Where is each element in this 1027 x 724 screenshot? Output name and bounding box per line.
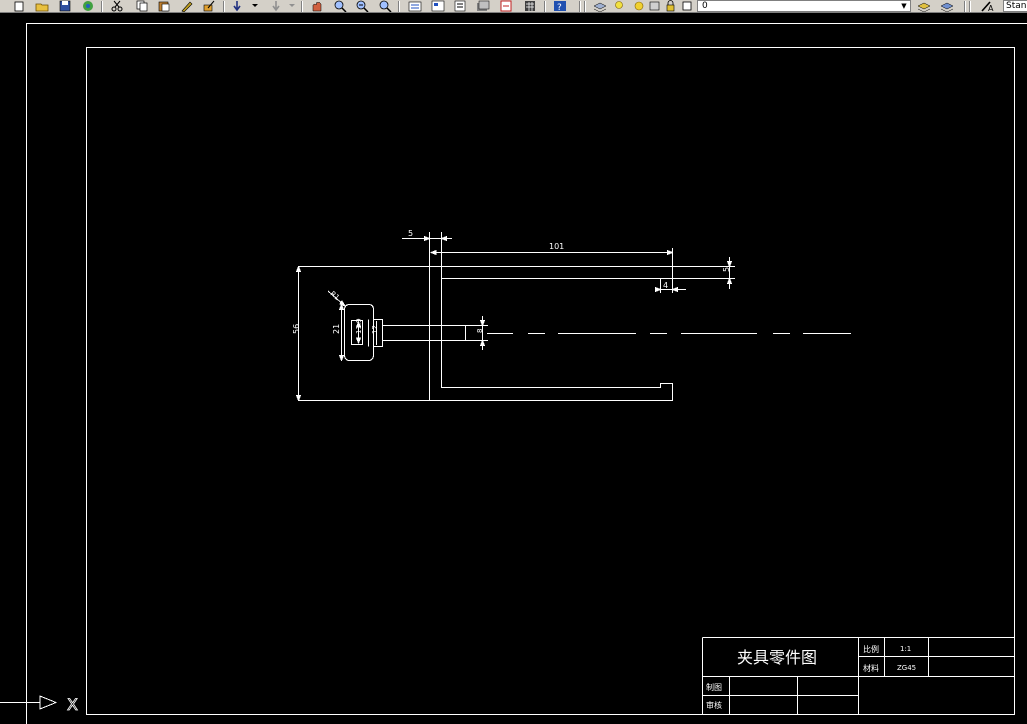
dim-slot-line xyxy=(656,279,686,293)
layer-on-icon[interactable] xyxy=(614,0,628,12)
cut-icon[interactable] xyxy=(110,0,124,12)
layer-properties-icon[interactable] xyxy=(593,0,607,12)
ucs-x-label: X xyxy=(67,695,78,714)
sheet-set-icon[interactable] xyxy=(476,0,490,12)
title-block-title: 夹具零件图 xyxy=(737,648,817,667)
dim-text-right-height: 5 xyxy=(722,267,731,272)
undo-dropdown-icon[interactable] xyxy=(250,0,264,12)
text-style-name: Standard xyxy=(1006,1,1027,11)
save-icon[interactable] xyxy=(58,0,72,12)
dim-text-left-gap: 5 xyxy=(408,229,413,238)
properties-icon[interactable] xyxy=(408,0,422,12)
block-editor-icon[interactable] xyxy=(202,0,216,12)
standard-toolbar: ? 0 ▼ A Standard xyxy=(0,0,1027,13)
text-style-dropdown[interactable]: Standard xyxy=(1003,0,1027,12)
svg-text:A: A xyxy=(988,4,994,12)
dim-text-top-length: 101 xyxy=(549,242,564,251)
layer-color-icon[interactable] xyxy=(681,0,695,12)
copy-icon[interactable] xyxy=(135,0,149,12)
dim-top-length-line xyxy=(431,248,673,275)
title-block-review-label: 审核 xyxy=(706,700,722,710)
part-drawing xyxy=(344,266,851,401)
match-properties-icon[interactable] xyxy=(180,0,194,12)
redo-dropdown-icon[interactable] xyxy=(287,0,301,12)
dim-right-height-line xyxy=(441,257,735,289)
dimensions xyxy=(295,232,735,402)
text-style-icon[interactable]: A xyxy=(980,0,994,12)
markup-icon[interactable] xyxy=(499,0,513,12)
dim-text-shaft-dia: 8 xyxy=(476,329,484,333)
title-block-scale-label: 比例 xyxy=(863,644,879,654)
sheet-border xyxy=(26,23,1027,724)
shaft-outline xyxy=(382,325,466,341)
dimension-labels: 5 101 5 4 56 21 11.9 12 R1 8 xyxy=(292,229,731,334)
dim-text-inner-dia: 11.9 xyxy=(355,318,363,334)
dim-text-overall-height: 56 xyxy=(292,324,301,334)
zoom-realtime-icon[interactable] xyxy=(333,0,347,12)
pan-icon[interactable] xyxy=(310,0,324,12)
redo-icon[interactable] xyxy=(270,0,284,12)
drawing-frame xyxy=(86,47,1015,715)
zoom-previous-icon[interactable] xyxy=(378,0,392,12)
layer-viewport-icon[interactable] xyxy=(649,0,663,12)
dim-overall-height-line xyxy=(298,266,430,401)
dim-text-slot-width: 4 xyxy=(663,281,668,290)
zoom-window-icon[interactable] xyxy=(355,0,369,12)
tool-palettes-icon[interactable] xyxy=(453,0,467,12)
plot-icon[interactable] xyxy=(81,0,95,12)
layer-freeze-icon[interactable] xyxy=(633,0,647,12)
new-icon[interactable] xyxy=(12,0,26,12)
title-block-material-value: ZG45 xyxy=(897,664,916,672)
open-icon[interactable] xyxy=(35,0,49,12)
title-block-scale-value: 1:1 xyxy=(900,645,911,653)
layer-previous-icon[interactable] xyxy=(940,0,954,12)
dim-text-neck-dia: 12 xyxy=(371,325,379,334)
layer-lock-icon[interactable] xyxy=(665,0,679,12)
make-current-layer-icon[interactable] xyxy=(917,0,931,12)
layer-name: 0 xyxy=(702,1,708,11)
paste-icon[interactable] xyxy=(157,0,171,12)
drawing-canvas[interactable]: 5 101 5 4 56 21 11.9 12 R1 8 夹具零件图 比例 1:… xyxy=(0,13,1027,724)
help-icon[interactable]: ? xyxy=(553,0,567,12)
svg-text:?: ? xyxy=(557,3,562,12)
ucs-icon: X xyxy=(0,695,78,714)
layer-dropdown[interactable]: 0 ▼ xyxy=(697,0,911,12)
dim-text-head-height: 21 xyxy=(332,324,341,334)
undo-icon[interactable] xyxy=(231,0,245,12)
dim-text-radius: R1 xyxy=(329,290,341,302)
title-block-material-label: 材料 xyxy=(863,663,879,673)
quickcalc-icon[interactable] xyxy=(523,0,537,12)
title-block-drawn-label: 制图 xyxy=(706,682,722,692)
dropdown-arrow-icon[interactable]: ▼ xyxy=(899,1,909,11)
design-center-icon[interactable] xyxy=(431,0,445,12)
